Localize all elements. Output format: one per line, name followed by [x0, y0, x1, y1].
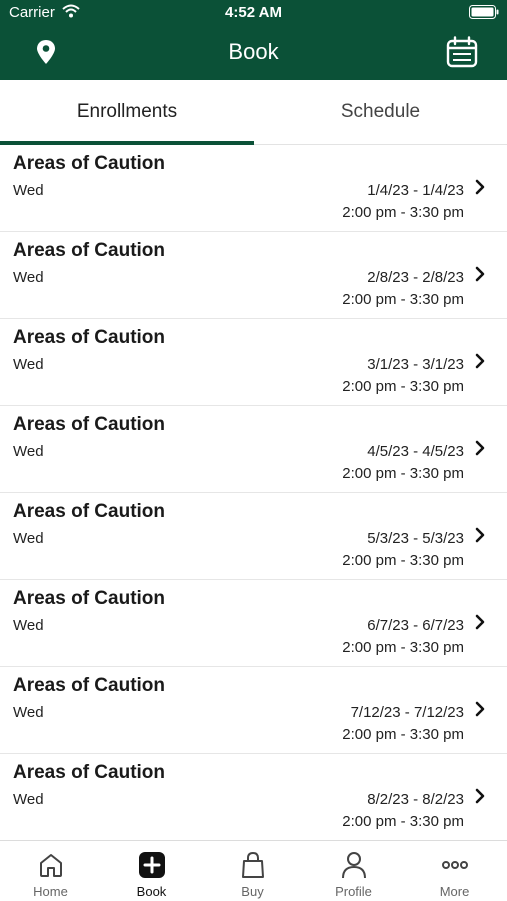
app-header: Carrier 4:52 AM Book — [0, 0, 507, 80]
enrollment-day: Wed — [13, 269, 44, 286]
enrollment-day: Wed — [13, 443, 44, 460]
enrollment-dates: 4/5/23 - 4/5/23 — [367, 443, 464, 460]
status-time: 4:52 AM — [225, 4, 282, 21]
enrollment-times: 2:00 pm - 3:30 pm — [342, 378, 464, 395]
chevron-right-icon — [475, 614, 485, 630]
tabbar-profile-label: Profile — [335, 884, 372, 899]
more-dots-icon — [442, 861, 468, 869]
chevron-right-icon — [475, 788, 485, 804]
battery-icon — [469, 5, 499, 19]
chevron-right-icon — [475, 266, 485, 282]
enrollment-day: Wed — [13, 617, 44, 634]
segment-tabs: Enrollments Schedule — [0, 80, 507, 145]
chevron-right-icon — [475, 440, 485, 456]
enrollment-title: Areas of Caution — [13, 762, 166, 783]
tabbar-home-label: Home — [33, 884, 68, 899]
tabbar-buy-label: Buy — [241, 884, 264, 899]
enrollment-times: 2:00 pm - 3:30 pm — [342, 465, 464, 482]
plus-square-icon — [139, 852, 165, 878]
enrollment-dates: 1/4/23 - 1/4/23 — [367, 182, 464, 199]
enrollment-row[interactable]: Areas of Caution Wed 1/4/23 - 1/4/23 2:00 p… — [0, 145, 507, 232]
nav-bar: Book — [0, 26, 507, 80]
enrollment-title: Areas of Caution — [13, 414, 166, 435]
page-title: Book — [228, 39, 279, 64]
person-icon — [342, 852, 366, 879]
enrollment-dates: 6/7/23 - 6/7/23 — [367, 617, 464, 634]
enrollment-title: Areas of Caution — [13, 327, 166, 348]
enrollment-list: Areas of Caution Wed 1/4/23 - 1/4/23 2:00 p… — [0, 145, 507, 840]
enrollment-day: Wed — [13, 182, 44, 199]
enrollment-times: 2:00 pm - 3:30 pm — [342, 552, 464, 569]
enrollment-title: Areas of Caution — [13, 240, 166, 261]
enrollment-day: Wed — [13, 530, 44, 547]
enrollment-dates: 3/1/23 - 3/1/23 — [367, 356, 464, 373]
tabbar-buy[interactable]: Buy — [202, 841, 303, 901]
enrollment-dates: 7/12/23 - 7/12/23 — [350, 704, 464, 721]
enrollment-row[interactable]: Areas of Caution Wed 3/1/23 - 3/1/23 2:00 p… — [0, 319, 507, 406]
tabbar-more-label: More — [439, 884, 470, 899]
enrollment-times: 2:00 pm - 3:30 pm — [342, 204, 464, 221]
tabbar-more[interactable]: More — [404, 841, 507, 901]
chevron-right-icon — [475, 353, 485, 369]
enrollment-times: 2:00 pm - 3:30 pm — [342, 291, 464, 308]
tabbar-home[interactable]: Home — [0, 841, 101, 901]
enrollment-row[interactable]: Areas of Caution Wed 7/12/23 - 7/12/23 2:00… — [0, 667, 507, 754]
enrollment-dates: 2/8/23 - 2/8/23 — [367, 269, 464, 286]
enrollment-row[interactable]: Areas of Caution Wed 6/7/23 - 6/7/23 2:00 p… — [0, 580, 507, 667]
enrollment-title: Areas of Caution — [13, 153, 166, 174]
enrollment-row[interactable]: Areas of Caution Wed 8/2/23 - 8/2/23 2:00 p… — [0, 754, 507, 840]
chevron-right-icon — [475, 701, 485, 717]
enrollment-dates: 8/2/23 - 8/2/23 — [367, 791, 464, 808]
tabbar-book[interactable]: Book — [101, 841, 202, 901]
home-icon — [40, 854, 62, 877]
bottom-tab-bar: Home Book Buy Profile More — [0, 840, 507, 901]
enrollment-times: 2:00 pm - 3:30 pm — [342, 639, 464, 656]
tab-enrollments[interactable]: Enrollments — [0, 80, 254, 144]
enrollment-row[interactable]: Areas of Caution Wed 2/8/23 - 2/8/23 2:00 p… — [0, 232, 507, 319]
chevron-right-icon — [475, 179, 485, 195]
enrollment-title: Areas of Caution — [13, 588, 166, 609]
tabbar-book-label: Book — [136, 884, 167, 899]
status-bar: Carrier 4:52 AM — [0, 0, 507, 26]
enrollment-day: Wed — [13, 791, 44, 808]
enrollment-times: 2:00 pm - 3:30 pm — [342, 726, 464, 743]
enrollment-row[interactable]: Areas of Caution Wed 4/5/23 - 4/5/23 2:00 p… — [0, 406, 507, 493]
enrollment-times: 2:00 pm - 3:30 pm — [342, 813, 464, 830]
enrollment-day: Wed — [13, 704, 44, 721]
shopping-bag-icon — [242, 851, 264, 878]
calendar-icon[interactable] — [446, 36, 478, 68]
enrollment-title: Areas of Caution — [13, 501, 166, 522]
enrollment-title: Areas of Caution — [13, 675, 166, 696]
enrollment-row[interactable]: Areas of Caution Wed 5/3/23 - 5/3/23 2:00 p… — [0, 493, 507, 580]
chevron-right-icon — [475, 527, 485, 543]
tab-schedule[interactable]: Schedule — [254, 80, 507, 144]
enrollment-day: Wed — [13, 356, 44, 373]
enrollment-dates: 5/3/23 - 5/3/23 — [367, 530, 464, 547]
tabbar-profile[interactable]: Profile — [303, 841, 404, 901]
